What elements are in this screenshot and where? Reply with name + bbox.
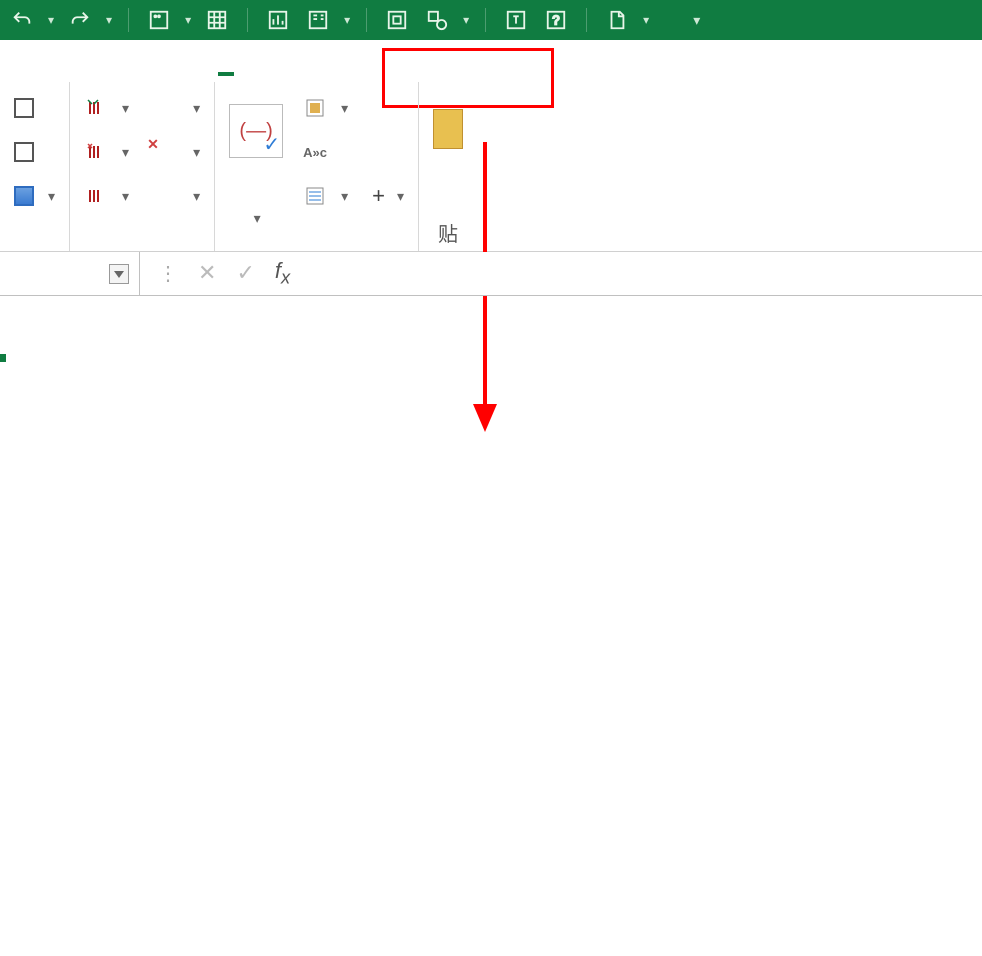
delspace-icon: ✕: [155, 140, 179, 164]
group-label-advtext: [84, 241, 200, 247]
qat-page-icon[interactable]: [603, 6, 631, 34]
tab-ffgz[interactable]: [198, 58, 254, 82]
formula-input[interactable]: [308, 252, 982, 295]
insert-text-icon: [84, 96, 108, 120]
delete-space-button[interactable]: ✕ ▾: [155, 134, 200, 170]
qat-table-icon[interactable]: [203, 6, 231, 34]
qat-chart-icon[interactable]: [264, 6, 292, 34]
tab-home[interactable]: [30, 58, 86, 82]
delete-text-button[interactable]: ▾: [84, 134, 129, 170]
insert-text-button[interactable]: ▾: [84, 90, 129, 126]
check-english[interactable]: [14, 90, 55, 126]
round-icon: [303, 96, 327, 120]
qat-shape-icon[interactable]: [423, 6, 451, 34]
confirm-icon[interactable]: ✓: [236, 260, 254, 286]
more-icon: [155, 184, 179, 208]
tab-formula[interactable]: [254, 58, 310, 82]
quick-access-toolbar: ▾ ▾ ▾ ▾ ▾ ? ▾ ▾: [0, 0, 982, 40]
qat-textbox-icon[interactable]: [502, 6, 530, 34]
extract-text-icon: [84, 184, 108, 208]
namebox-dropdown-icon[interactable]: [109, 264, 129, 284]
group-label-numeric: [229, 241, 404, 247]
numeric-icon[interactable]: (—): [229, 104, 283, 158]
tab-pagelayout[interactable]: [142, 58, 198, 82]
spreadsheet-grid[interactable]: [0, 322, 982, 356]
ribbon-tabs: [0, 40, 982, 82]
group-label-copy: 贴: [433, 212, 463, 247]
svg-text:?: ?: [553, 13, 560, 28]
qat-box-icon[interactable]: [383, 6, 411, 34]
qat-icon-1[interactable]: [145, 6, 173, 34]
round-button[interactable]: ▾: [303, 90, 404, 126]
copy-icon[interactable]: [433, 109, 463, 149]
tab-insert[interactable]: [86, 58, 142, 82]
qat-help-icon[interactable]: ?: [542, 6, 570, 34]
cancel-icon[interactable]: ✕: [198, 260, 216, 286]
redo-button[interactable]: [66, 6, 94, 34]
tab-data[interactable]: [310, 58, 366, 82]
undo-button[interactable]: [8, 6, 36, 34]
delete-text-icon: [84, 140, 108, 164]
fx-icon[interactable]: fx: [275, 258, 290, 288]
fb-tools-icon[interactable]: ⋮: [158, 261, 178, 286]
more-button[interactable]: ▾: [155, 178, 200, 214]
group-label-text: [0, 241, 55, 247]
keepnum-icon: A»c: [303, 140, 327, 164]
tab-help[interactable]: [422, 58, 478, 82]
ribbon: ▾ ▾ ▾ ▾: [0, 82, 982, 252]
check-chinese[interactable]: [14, 134, 55, 170]
execute-button[interactable]: ▾: [14, 178, 55, 214]
column-headers: [0, 322, 982, 356]
keep-number-button[interactable]: A»c: [303, 134, 404, 170]
qat-overflow[interactable]: ▾: [693, 12, 700, 29]
selection-outline: [0, 356, 4, 360]
formula-bar: ⋮ ✕ ✓ fx: [0, 252, 982, 296]
qat-calc-icon[interactable]: [304, 6, 332, 34]
tab-view[interactable]: [366, 58, 422, 82]
custom-icon: [303, 184, 327, 208]
custom-button[interactable]: ▾ +▾: [303, 178, 404, 214]
name-box[interactable]: [0, 252, 140, 295]
case-icon: [155, 96, 179, 120]
extract-text-button[interactable]: ▾: [84, 178, 129, 214]
case-button[interactable]: ▾: [155, 90, 200, 126]
